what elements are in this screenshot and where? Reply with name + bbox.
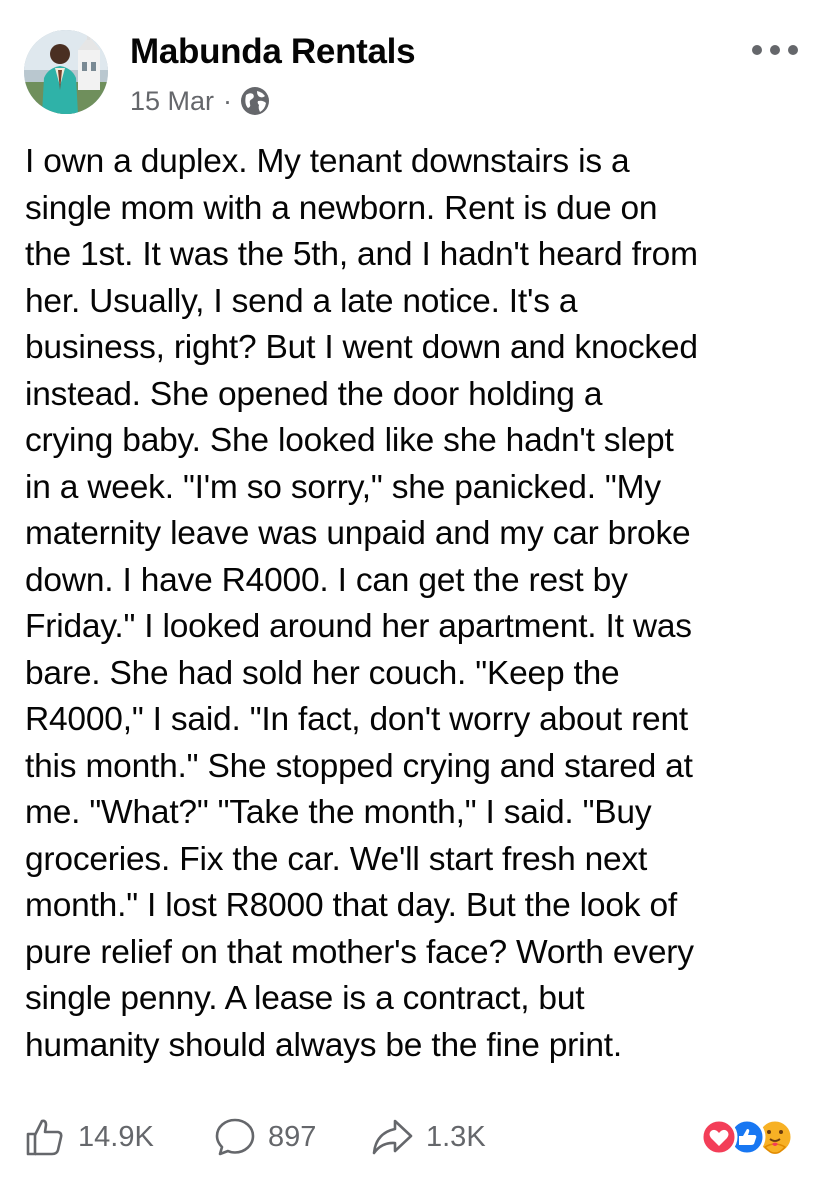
post-body-line: Friday." I looked around her apartment. … xyxy=(25,608,692,645)
post-body-line: R4000," I said. "In fact, don't worry ab… xyxy=(25,701,689,738)
comment-count: 897 xyxy=(268,1120,317,1153)
post-header: Mabunda Rentals 15 Mar · xyxy=(24,30,799,116)
post-body-line: the 1st. It was the 5th, and I hadn't he… xyxy=(25,236,698,273)
reaction-summary[interactable] xyxy=(699,1117,799,1157)
thumbs-up-icon xyxy=(26,1119,63,1156)
post-body-line: maternity leave was unpaid and my car br… xyxy=(25,515,691,552)
post-body-line: single mom with a newborn. Rent is due o… xyxy=(25,189,658,227)
globe-icon[interactable] xyxy=(240,86,270,116)
post-body-line: down. I have R4000. I can get the rest b… xyxy=(25,561,628,599)
post-body-line: this month." She stopped crying and star… xyxy=(25,747,693,785)
post-body-line: groceries. Fix the car. We'll start fres… xyxy=(25,840,648,878)
post-body-line: bare. She had sold her couch. "Keep the xyxy=(25,654,620,692)
post-body-line: pure relief on that mother's face? Worth… xyxy=(25,933,694,971)
comment-button[interactable]: 897 xyxy=(214,1112,316,1162)
post-meta: 15 Mar · xyxy=(130,84,270,118)
post-body-line: I own a duplex. My tenant downstairs is … xyxy=(25,143,630,180)
like-button[interactable]: 14.9K xyxy=(24,1112,154,1162)
post-body-line: month." I lost R8000 that day. But the l… xyxy=(25,887,677,924)
post-body-line: humanity should always be the fine print… xyxy=(25,1026,623,1064)
post-body-line: instead. She opened the door holding a xyxy=(25,375,603,413)
post-card: Mabunda Rentals 15 Mar · I own a duplex. xyxy=(0,0,819,1200)
comment-bubble-icon xyxy=(215,1118,255,1156)
like-count: 14.9K xyxy=(78,1120,154,1153)
author-name[interactable]: Mabunda Rentals xyxy=(130,32,416,72)
more-options-icon[interactable] xyxy=(751,40,799,60)
share-button[interactable]: 1.3K xyxy=(370,1112,486,1162)
author-avatar[interactable] xyxy=(24,30,108,114)
post-body-line: me. "What?" "Take the month," I said. "B… xyxy=(25,794,652,831)
post-body: I own a duplex. My tenant downstairs is … xyxy=(25,139,800,1069)
post-body-line: in a week. "I'm so sorry," she panicked.… xyxy=(25,468,661,506)
share-arrow-icon xyxy=(372,1119,413,1155)
post-actions: 14.9K 897 1.3K xyxy=(24,1112,799,1162)
post-body-line: business, right? But I went down and kno… xyxy=(25,329,698,366)
post-date[interactable]: 15 Mar xyxy=(130,86,214,117)
post-body-line: crying baby. She looked like she hadn't … xyxy=(25,422,674,459)
post-body-line: her. Usually, I send a late notice. It's… xyxy=(25,282,578,320)
meta-separator: · xyxy=(223,85,233,116)
love-reaction-icon xyxy=(700,1118,738,1156)
post-body-line: single penny. A lease is a contract, but xyxy=(25,980,585,1017)
avatar-image xyxy=(24,30,108,114)
share-count: 1.3K xyxy=(426,1120,486,1153)
